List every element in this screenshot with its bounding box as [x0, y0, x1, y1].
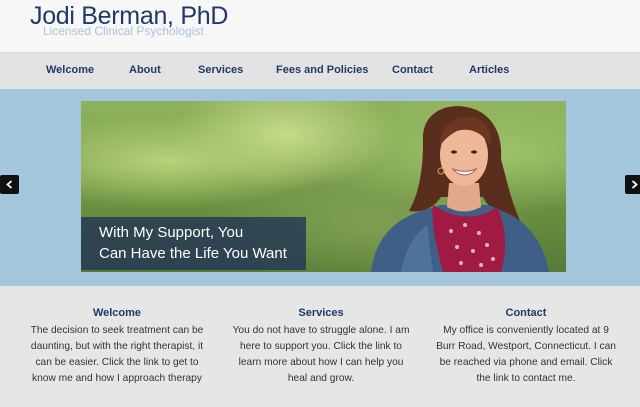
slider-next-button[interactable] — [625, 175, 640, 194]
nav-item-welcome[interactable]: Welcome — [46, 64, 94, 76]
nav-item-contact[interactable]: Contact — [392, 64, 433, 76]
feature-services: Services You do not have to struggle alo… — [231, 307, 411, 387]
feature-text-services: You do not have to struggle alone. I am … — [232, 325, 410, 384]
hero-caption-line-1: With My Support, You — [99, 224, 244, 241]
nav-item-fees-and-policies[interactable]: Fees and Policies — [276, 64, 368, 76]
site-header: Jodi Berman, PhD Licensed Clinical Psych… — [0, 0, 640, 52]
nav-item-about[interactable]: About — [129, 64, 161, 76]
main-nav: Welcome About Services Fees and Policies… — [0, 52, 640, 89]
features-section: Welcome The decision to seek treatment c… — [0, 286, 640, 407]
feature-title-contact[interactable]: Contact — [436, 307, 616, 319]
feature-title-welcome[interactable]: Welcome — [27, 307, 207, 319]
feature-contact: Contact My office is conveniently locate… — [436, 307, 616, 387]
hero-slider: With My Support, You Can Have the Life Y… — [0, 89, 640, 286]
nav-item-articles[interactable]: Articles — [469, 64, 509, 76]
hero-caption-line-2: Can Have the Life You Want — [99, 245, 287, 262]
feature-text-contact: My office is conveniently located at 9 B… — [436, 325, 616, 384]
hero-slide: With My Support, You Can Have the Life Y… — [81, 101, 566, 272]
feature-text-welcome: The decision to seek treatment can be da… — [30, 325, 204, 384]
hero-photo-woman — [371, 106, 549, 272]
hero-caption: With My Support, You Can Have the Life Y… — [81, 217, 306, 270]
chevron-left-icon — [6, 180, 13, 189]
feature-title-services[interactable]: Services — [231, 307, 411, 319]
slider-prev-button[interactable] — [0, 175, 19, 194]
nav-item-services[interactable]: Services — [198, 64, 243, 76]
site-subtitle: Licensed Clinical Psychologist — [43, 24, 204, 38]
chevron-right-icon — [631, 180, 638, 189]
feature-welcome: Welcome The decision to seek treatment c… — [27, 307, 207, 387]
